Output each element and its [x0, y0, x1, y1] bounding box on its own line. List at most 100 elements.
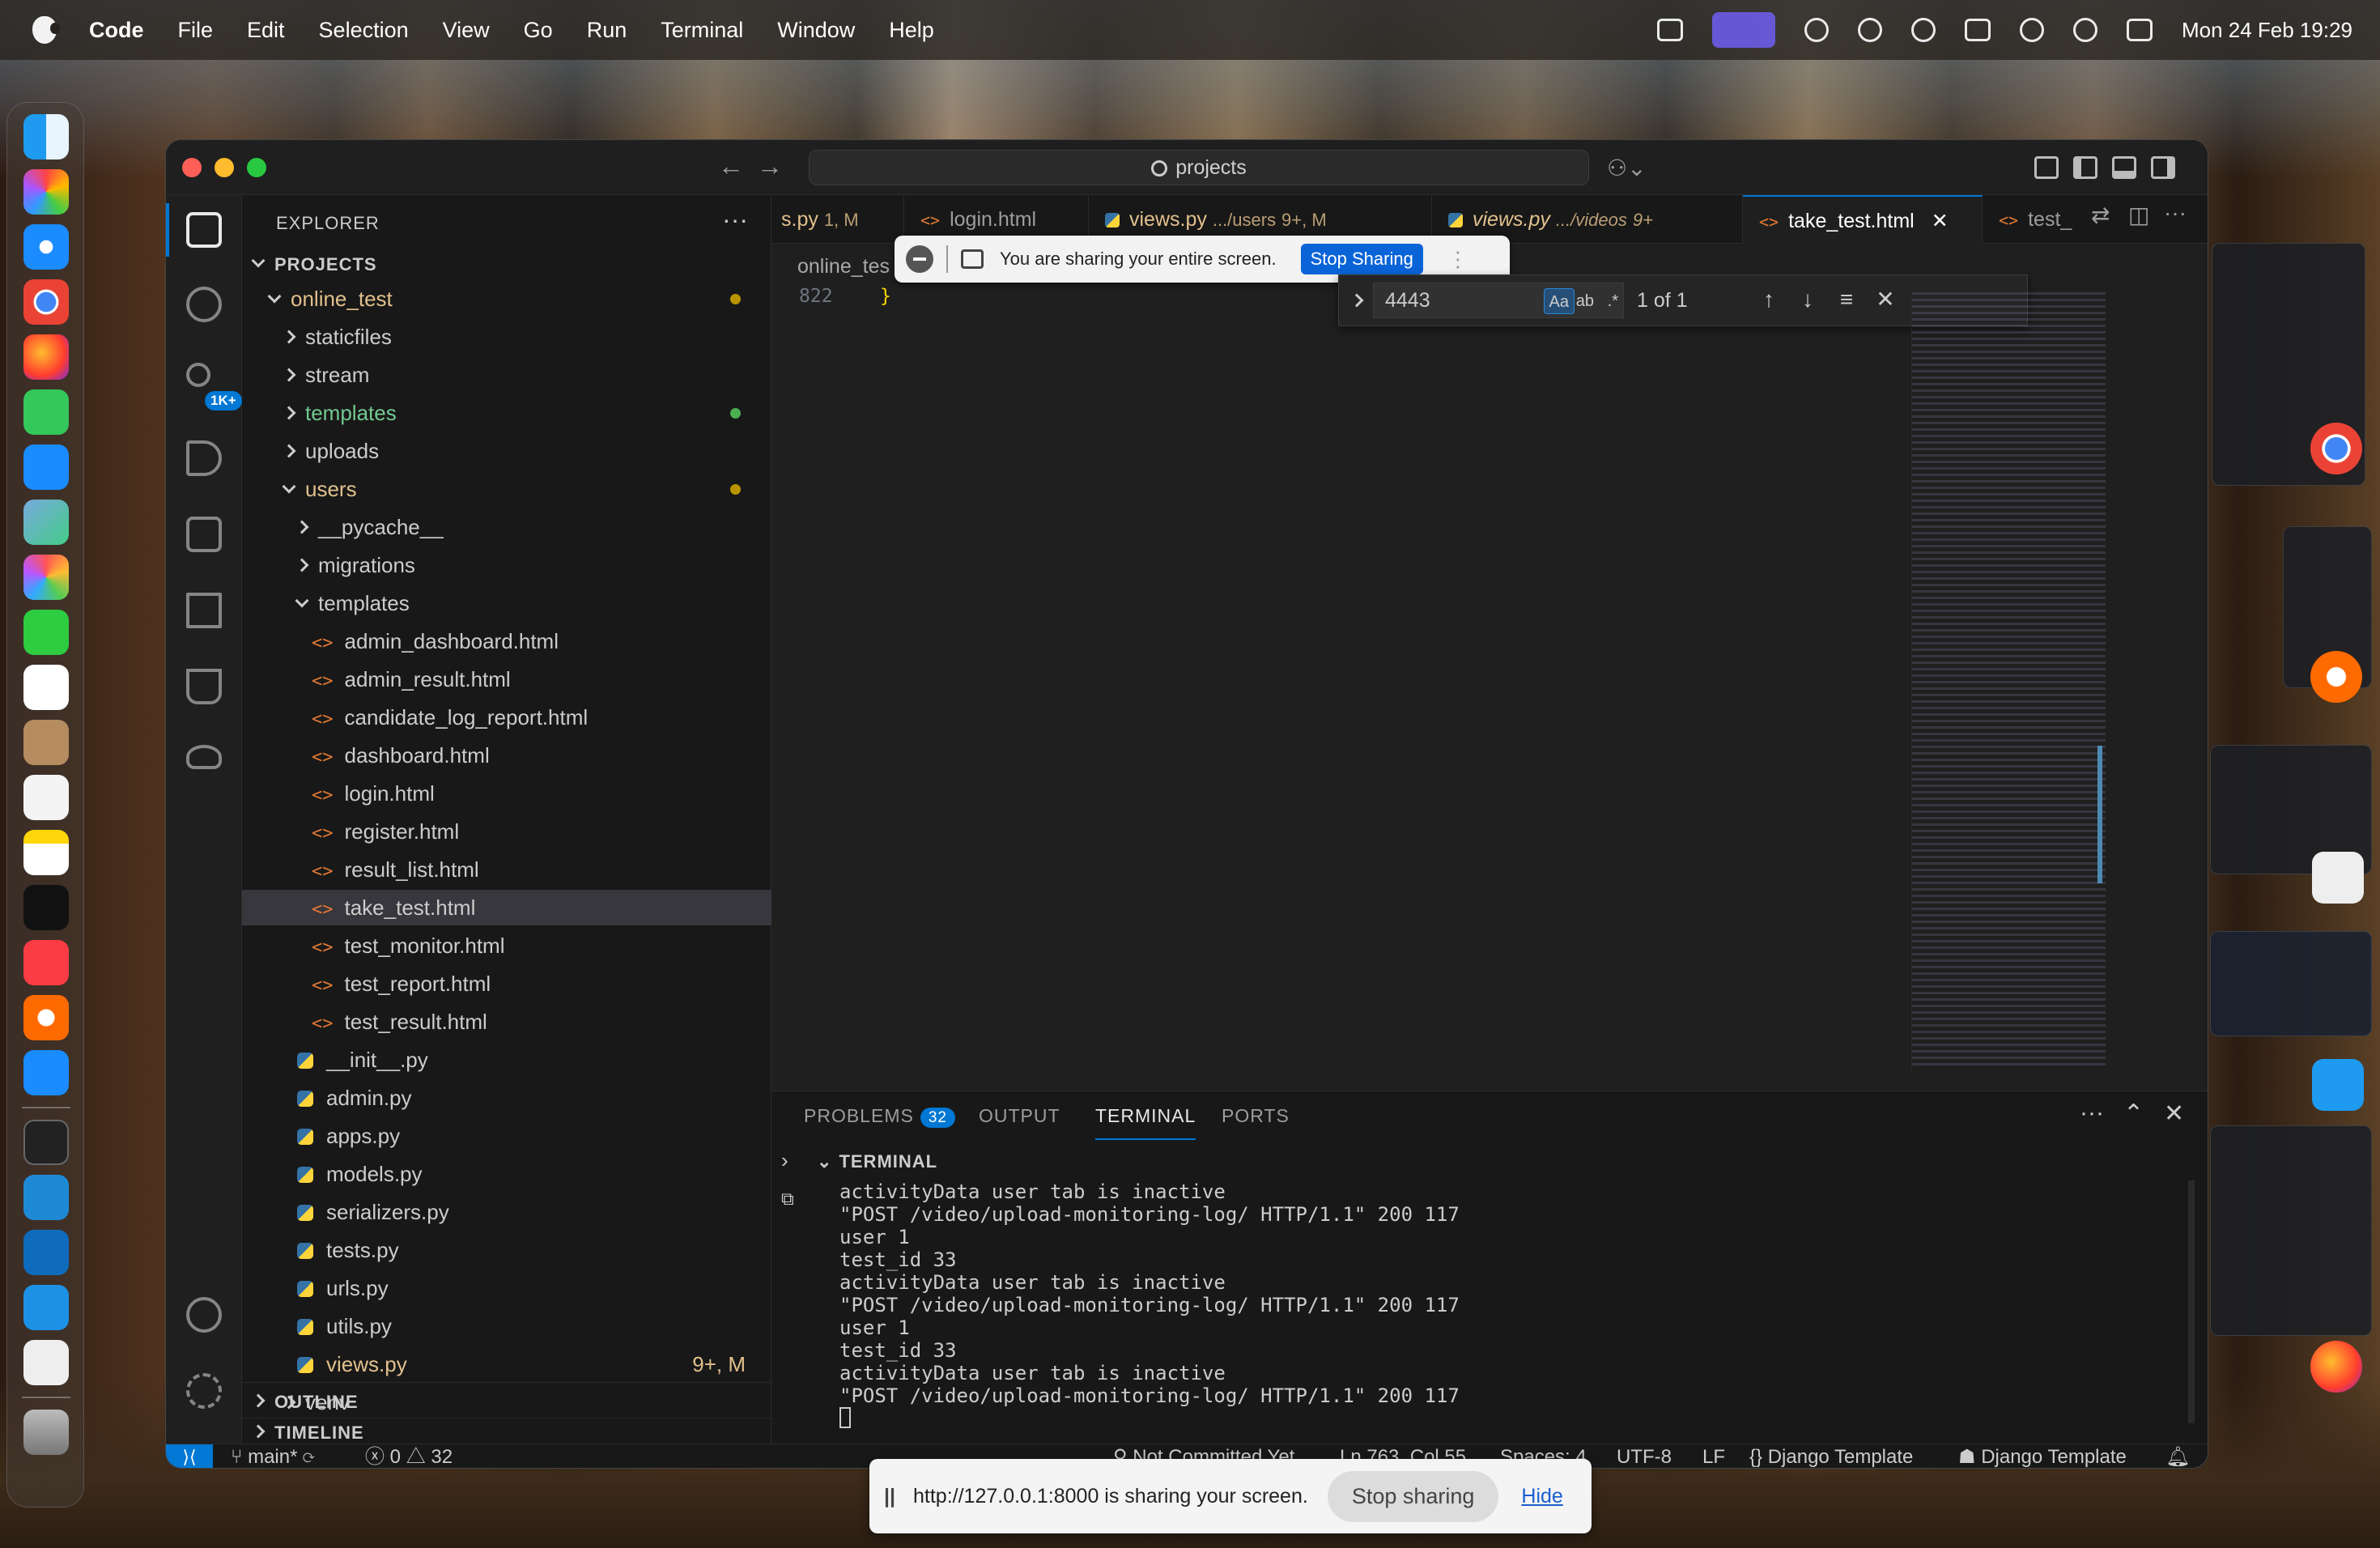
maximize-window-button[interactable]: [247, 158, 266, 177]
explorer-item-templates[interactable]: templates: [242, 395, 771, 431]
timeline-section[interactable]: TIMELINE: [242, 1418, 771, 1444]
tab-problems[interactable]: PROBLEMS 32: [804, 1091, 955, 1140]
terminal-icon[interactable]: [23, 1120, 69, 1165]
control-center-icon[interactable]: [2126, 19, 2153, 41]
notes-icon[interactable]: [23, 830, 69, 875]
explorer-item-utils-py[interactable]: utils.py: [242, 1308, 771, 1344]
finder-window-icon[interactable]: [2312, 1059, 2364, 1111]
weather-icon[interactable]: [1804, 18, 1829, 42]
language-server[interactable]: ☗ Django Template: [1958, 1444, 2127, 1468]
breadcrumb[interactable]: online_tes: [797, 255, 890, 279]
more-actions-icon[interactable]: ···: [722, 205, 748, 235]
find-input[interactable]: 4443 Aa ab .*: [1373, 283, 1624, 318]
vscode-icon[interactable]: [23, 1175, 69, 1220]
toggle-sidebar-icon[interactable]: [2073, 156, 2097, 179]
stop-sharing-browser-button[interactable]: Stop sharing: [1327, 1470, 1499, 1522]
forward-arrow-icon[interactable]: →: [757, 151, 783, 181]
explorer-item-staticfiles[interactable]: staticfiles: [242, 319, 771, 355]
customize-layout-icon[interactable]: [2034, 156, 2059, 179]
stop-sharing-button[interactable]: Stop Sharing: [1300, 244, 1423, 274]
stage-window-4[interactable]: [2210, 931, 2372, 1036]
explorer-icon[interactable]: [166, 203, 224, 257]
copilot-icon[interactable]: ⚇⌄: [1607, 155, 1647, 181]
toggle-panel-icon[interactable]: [2112, 156, 2136, 179]
apple-icon[interactable]: [32, 16, 60, 44]
appletv-icon[interactable]: [23, 885, 69, 930]
minimap[interactable]: [1911, 292, 2106, 1070]
projects-section[interactable]: PROJECTS: [242, 245, 771, 281]
search-view-icon[interactable]: [184, 284, 224, 325]
battery-icon[interactable]: [1964, 19, 1991, 41]
close-find-icon[interactable]: ✕: [1873, 288, 1898, 313]
menu-go[interactable]: Go: [524, 18, 553, 43]
chrome-window-icon[interactable]: [2310, 423, 2362, 474]
notifications-bell-icon[interactable]: 🔔︎: [2165, 1444, 2190, 1468]
run-debug-icon[interactable]: [184, 438, 224, 478]
minimize-window-button[interactable]: [215, 158, 234, 177]
drag-handle-icon[interactable]: ⋮: [1447, 247, 1468, 272]
menu-edit[interactable]: Edit: [247, 18, 285, 43]
remote-indicator-icon[interactable]: ⟩⟨: [166, 1444, 213, 1468]
tab-take-test-html[interactable]: <> take_test.html ✕: [1743, 195, 1983, 244]
terminal-scrollbar[interactable]: [2188, 1180, 2195, 1423]
back-arrow-icon[interactable]: ←: [718, 151, 744, 181]
toggle-secondary-sidebar-icon[interactable]: [2151, 156, 2175, 179]
split-editor-icon[interactable]: ◫: [2128, 202, 2149, 228]
explorer-item-apps-py[interactable]: apps.py: [242, 1118, 771, 1154]
tab-ports[interactable]: PORTS: [1222, 1091, 1290, 1140]
calendar-icon[interactable]: [23, 665, 69, 710]
close-panel-icon[interactable]: ✕: [2164, 1099, 2184, 1128]
explorer-item-migrations[interactable]: migrations: [242, 547, 771, 583]
launchpad-icon[interactable]: [23, 169, 69, 215]
explorer-item-users[interactable]: users: [242, 471, 771, 507]
testing-flask-icon[interactable]: [184, 666, 224, 707]
find-in-selection-icon[interactable]: ≡: [1834, 288, 1859, 313]
remote-explorer-icon[interactable]: [184, 514, 224, 555]
docker-view-icon[interactable]: [184, 742, 224, 783]
hide-bar-link[interactable]: Hide: [1521, 1485, 1562, 1508]
finder-icon[interactable]: [23, 114, 69, 159]
messages-icon[interactable]: [23, 389, 69, 435]
upload-status-icon[interactable]: [1656, 19, 1683, 41]
tab-s-py[interactable]: s.py 1, M: [765, 195, 904, 244]
explorer-item-templates[interactable]: templates: [242, 585, 771, 621]
settings-gear-icon[interactable]: [184, 1371, 224, 1411]
stage-window-5[interactable]: [2210, 1125, 2372, 1336]
firefox-window-icon[interactable]: [2310, 1341, 2362, 1393]
code-line[interactable]: }: [880, 286, 891, 307]
podcast-window-icon[interactable]: [2310, 651, 2362, 703]
wifi-icon[interactable]: [2019, 18, 2044, 42]
menu-view[interactable]: View: [443, 18, 490, 43]
close-window-button[interactable]: [182, 158, 202, 177]
source-control-icon[interactable]: 1K+: [184, 360, 242, 410]
explorer-item-tests-py[interactable]: tests.py: [242, 1232, 771, 1268]
explorer-item-stream[interactable]: stream: [242, 357, 771, 393]
explorer-item-candidate-log-report-html[interactable]: <> candidate_log_report.html: [242, 700, 771, 735]
trash-icon[interactable]: [23, 1410, 69, 1455]
explorer-item-uploads[interactable]: uploads: [242, 433, 771, 469]
tab-terminal[interactable]: TERMINAL: [1095, 1091, 1196, 1140]
contacts-icon[interactable]: [23, 720, 69, 765]
minimize-banner-icon[interactable]: [906, 245, 933, 273]
explorer-item-test-report-html[interactable]: <> test_report.html: [242, 966, 771, 1002]
explorer-item-admin-result-html[interactable]: <> admin_result.html: [242, 661, 771, 697]
outline-section[interactable]: OUTLINE: [242, 1382, 771, 1418]
explorer-item-register-html[interactable]: <> register.html: [242, 814, 771, 849]
outlook-icon[interactable]: [23, 1230, 69, 1275]
line-ending[interactable]: LF: [1702, 1444, 1725, 1468]
explorer-item-serializers-py[interactable]: serializers.py: [242, 1194, 771, 1230]
menu-window[interactable]: Window: [777, 18, 855, 43]
explorer-item--pycache-[interactable]: __pycache__: [242, 509, 771, 545]
extensions-icon[interactable]: [184, 590, 224, 631]
close-tab-icon[interactable]: ✕: [1932, 210, 1949, 232]
menu-help[interactable]: Help: [889, 18, 934, 43]
encoding[interactable]: UTF-8: [1617, 1444, 1672, 1468]
tab-test[interactable]: <> test_: [1983, 195, 2085, 244]
menu-selection[interactable]: Selection: [319, 18, 409, 43]
explorer-item-online-test[interactable]: online_test: [242, 281, 771, 317]
explorer-item-result-list-html[interactable]: <> result_list.html: [242, 852, 771, 887]
maps-icon[interactable]: [23, 500, 69, 545]
menu-clock[interactable]: Mon 24 Feb 19:29: [2182, 18, 2352, 43]
textedit-icon[interactable]: [23, 1340, 69, 1385]
editor-more-icon[interactable]: ···: [2164, 200, 2187, 226]
